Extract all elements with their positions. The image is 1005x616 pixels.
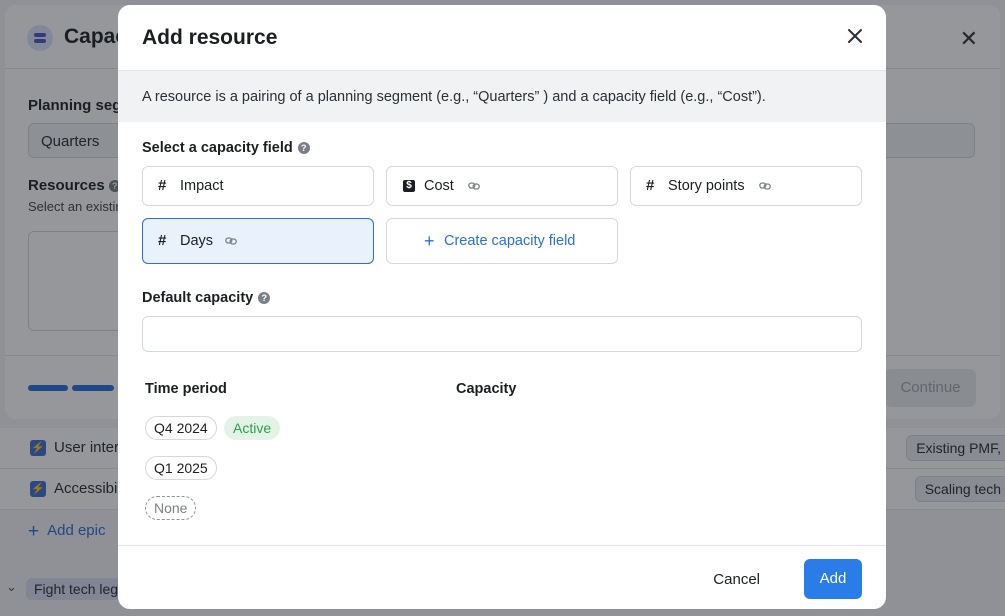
hash-icon: # [158,232,167,249]
field-card-days[interactable]: # Days [142,218,374,264]
active-badge: Active [224,416,281,440]
create-capacity-field-button[interactable]: + Create capacity field [386,218,618,264]
info-banner: A resource is a pairing of a planning se… [118,70,886,122]
field-name: Story points [668,178,745,194]
link-icon [759,182,771,190]
cancel-button[interactable]: Cancel [699,561,774,599]
info-text: A resource is a pairing of a planning se… [142,89,766,105]
modal-footer: Cancel Add [118,545,886,609]
field-card-impact[interactable]: # Impact [142,166,374,206]
select-field-label: Select a capacity field? [142,140,310,156]
close-icon[interactable] [846,27,864,45]
hash-icon: # [646,177,655,194]
create-field-label: Create capacity field [444,233,576,249]
hash-icon: # [158,177,167,194]
help-icon[interactable]: ? [297,142,310,154]
dollar-icon: $ [403,180,415,192]
field-card-cost[interactable]: $ Cost [386,166,618,206]
link-icon [468,182,480,190]
period-chip: Q1 2025 [145,456,217,480]
field-name: Cost [424,178,454,194]
field-name: Impact [180,178,224,194]
default-capacity-label: Default capacity? [142,290,271,306]
period-chip: Q4 2024 [145,416,217,440]
modal-title: Add resource [142,26,278,49]
field-name: Days [180,233,214,249]
add-button[interactable]: Add [804,559,862,599]
period-chip-none: None [145,496,197,520]
help-icon[interactable]: ? [258,292,271,304]
modal-header: Add resource [118,5,886,70]
plus-icon: + [424,231,435,251]
time-period-header: Time period [145,381,227,397]
capacity-header: Capacity [456,381,517,397]
add-resource-modal: Add resource A resource is a pairing of … [118,5,886,609]
default-capacity-input[interactable] [142,316,862,352]
field-card-story-points[interactable]: # Story points [630,166,862,206]
link-icon [225,237,237,245]
